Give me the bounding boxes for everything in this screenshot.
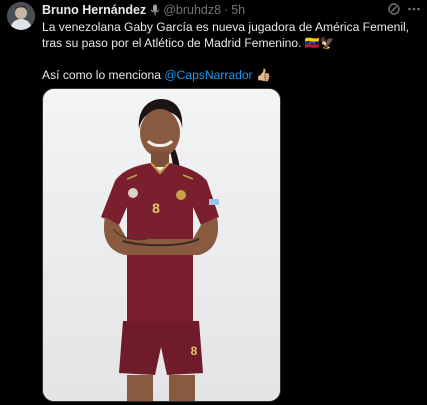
tweet-paragraph-2: Así como lo menciona @CapsNarrador 👍🏼 <box>42 67 422 83</box>
more-options-icon[interactable] <box>407 2 421 16</box>
timestamp[interactable]: 5h <box>231 3 245 17</box>
tweet-text: La venezolana Gaby García es nueva jugad… <box>42 19 422 83</box>
tweet-line-1: La venezolana Gaby García es nueva jugad… <box>42 20 410 50</box>
grok-icon[interactable] <box>387 2 401 16</box>
shorts-number: 8 <box>191 344 198 358</box>
avatar[interactable] <box>7 2 35 30</box>
separator-dot: · <box>224 3 229 17</box>
player-photo: 8 8 <box>43 89 280 401</box>
author-name[interactable]: Bruno Hernández <box>42 3 146 17</box>
emoji-thumbs: 👍🏼 <box>255 68 272 82</box>
author-handle[interactable]: @bruhdz8 <box>163 3 221 17</box>
microphone-icon <box>150 4 160 16</box>
tweet[interactable]: Bruno Hernández @bruhdz8 · 5h La venezol… <box>0 0 427 405</box>
header-actions <box>387 2 421 16</box>
avatar-image <box>7 2 35 30</box>
tweet-paragraph-1: La venezolana Gaby García es nueva jugad… <box>42 19 422 51</box>
jersey-number: 8 <box>152 200 160 216</box>
tweet-line-2: Así como lo menciona <box>42 68 165 82</box>
tweet-media[interactable]: 8 8 <box>42 88 281 402</box>
emoji-flag-eagle: 🇻🇪🦅 <box>304 36 335 50</box>
mention-link[interactable]: @CapsNarrador <box>164 68 252 82</box>
tweet-header: Bruno Hernández @bruhdz8 · 5h <box>42 2 421 18</box>
